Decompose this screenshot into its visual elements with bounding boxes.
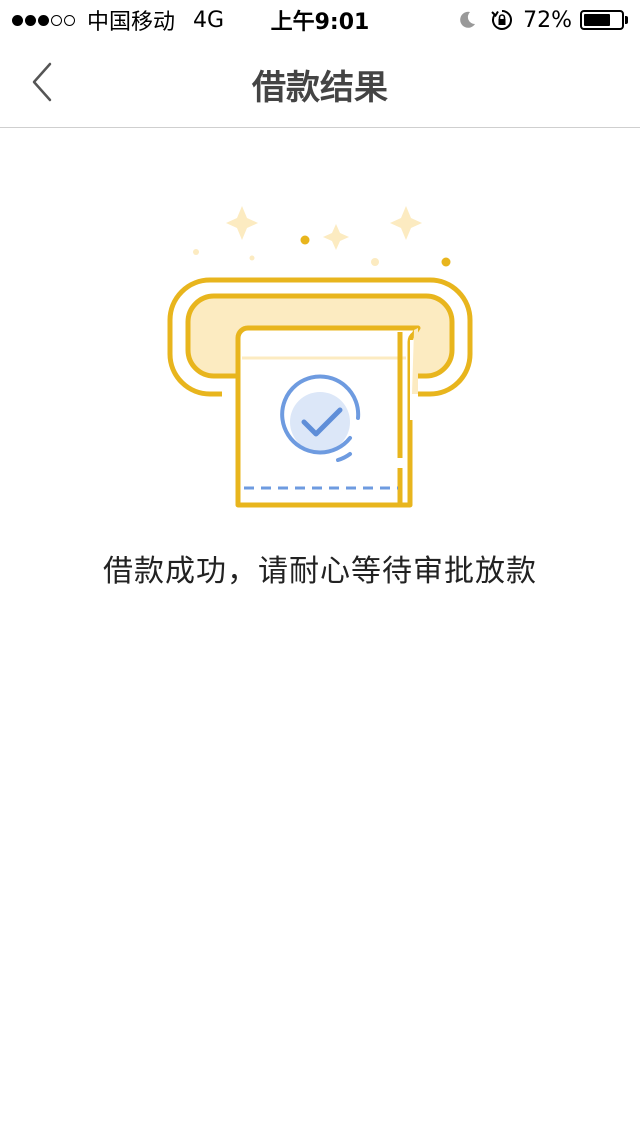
battery-tip [625, 16, 628, 24]
page-title: 借款结果 [252, 67, 388, 108]
battery-percent: 72% [523, 7, 572, 33]
receipt-printer-success-icon [160, 200, 480, 520]
rotation-lock-icon [491, 10, 513, 30]
battery-icon [580, 10, 624, 30]
status-right: 72% [457, 0, 628, 40]
result-message: 借款成功，请耐心等待审批放款 [103, 554, 537, 589]
status-bar: 中国移动 4G 上午9:01 72% [0, 0, 640, 40]
navigation-bar: 借款结果 [0, 40, 640, 128]
sparkle-icon [193, 206, 422, 266]
do-not-disturb-moon-icon [460, 11, 476, 28]
battery-fill [584, 14, 610, 26]
